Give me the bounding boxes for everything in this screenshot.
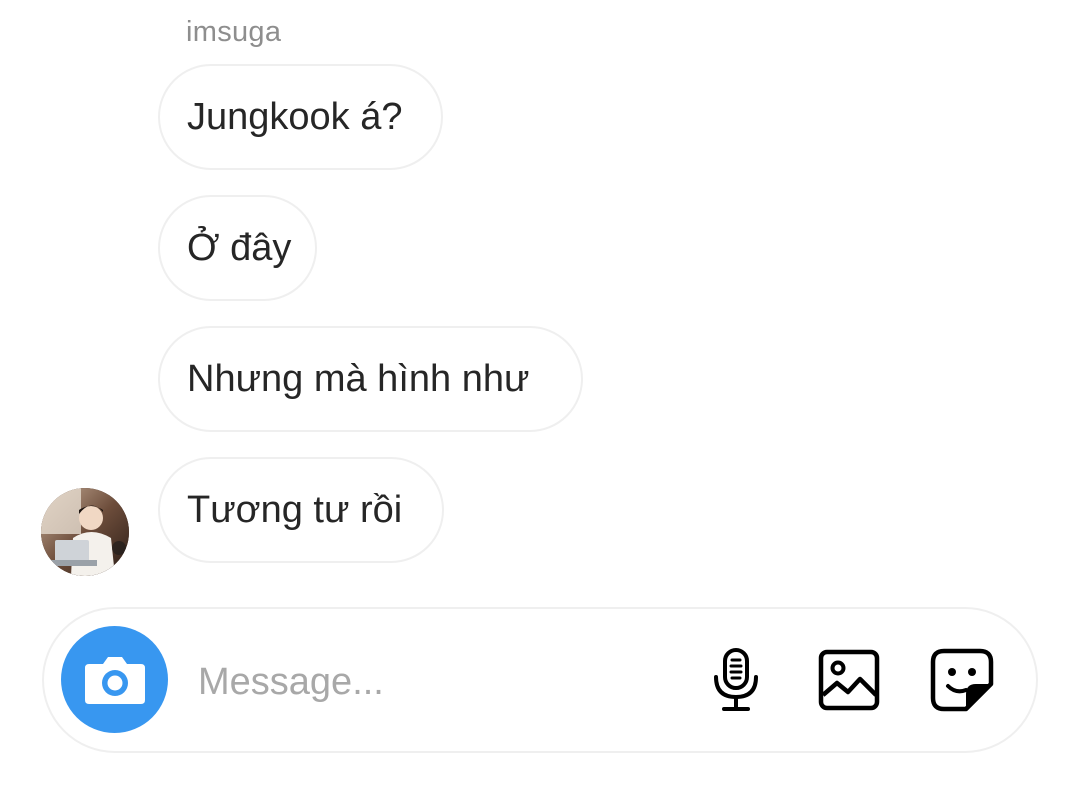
message-input[interactable] (198, 650, 678, 714)
sender-name: imsuga (186, 16, 282, 48)
sender-avatar[interactable] (41, 488, 129, 576)
camera-button[interactable] (61, 626, 168, 733)
message-bubble[interactable]: Tương tư rồi (158, 457, 444, 563)
message-text: Tương tư rồi (187, 488, 403, 531)
message-bubble[interactable]: Nhưng mà hình như (158, 326, 583, 432)
camera-icon (84, 656, 145, 704)
sticker-icon (930, 648, 994, 712)
microphone-icon (714, 648, 758, 711)
chat-screen: imsuga Jungkook á? Ở đây Nhưng mà hình n… (0, 0, 1080, 794)
gallery-icon (818, 649, 880, 711)
sticker-button[interactable] (927, 645, 997, 715)
message-text: Jungkook á? (187, 95, 403, 138)
gallery-button[interactable] (814, 645, 884, 715)
message-bubble[interactable]: Jungkook á? (158, 64, 443, 170)
message-bubble[interactable]: Ở đây (158, 195, 317, 301)
message-text: Nhưng mà hình như (187, 357, 530, 400)
avatar-photo (41, 488, 129, 576)
microphone-button[interactable] (701, 645, 771, 715)
message-text: Ở đây (187, 226, 292, 269)
